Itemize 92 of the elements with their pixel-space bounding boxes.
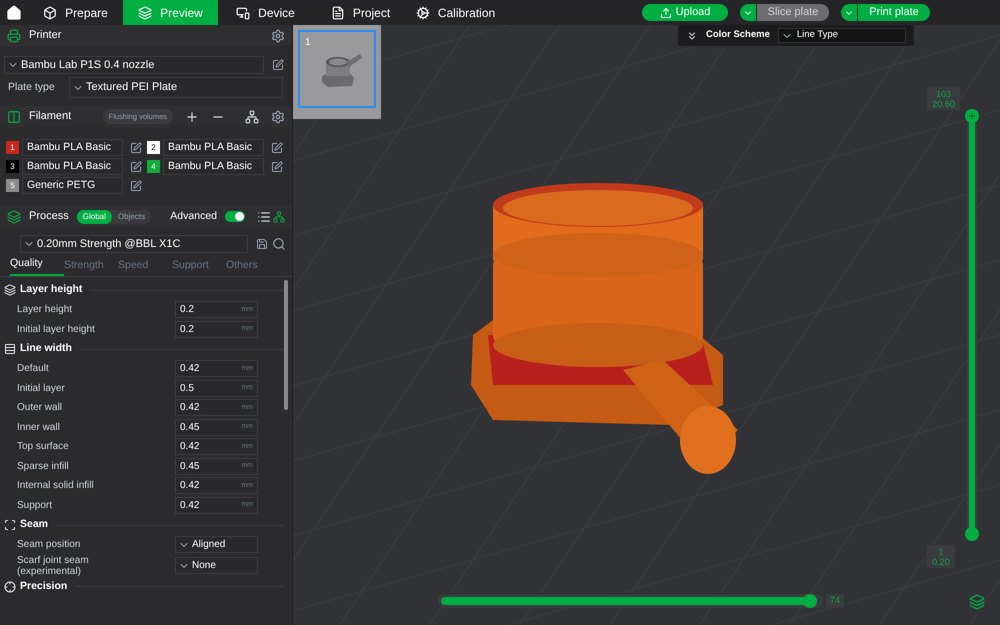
setting-label: Seam position (17, 539, 82, 550)
printer-select[interactable]: Bambu Lab P1S 0.4 nozzle (4, 56, 264, 74)
setting-label: Sparse infill (17, 460, 70, 472)
edit-icon[interactable] (271, 142, 283, 154)
setting-label: Inner wall (17, 422, 61, 433)
section-icon (7, 28, 21, 42)
field-value: 0.45 (180, 420, 200, 435)
setting-label: Internal solid infill (17, 480, 95, 492)
tab-icon (236, 6, 250, 20)
nav-tab[interactable]: Project (313, 0, 408, 25)
field-value: None (192, 559, 216, 573)
edit-icon[interactable] (130, 180, 142, 192)
edit-icon[interactable] (271, 160, 283, 172)
filament-select[interactable]: Generic PETG (22, 177, 123, 194)
filament-select[interactable]: Bambu PLA Basic (163, 139, 264, 156)
dropdown-toggle[interactable] (841, 4, 857, 21)
section-icon (4, 343, 16, 355)
save-icon[interactable] (256, 238, 268, 250)
section-icon (4, 519, 16, 531)
filament-name: Bambu PLA Basic (27, 140, 112, 155)
process-icon (7, 210, 21, 224)
setting-label: Support (17, 500, 54, 511)
settings-icon[interactable] (271, 110, 285, 124)
section-icon (7, 110, 21, 124)
settings-tab[interactable]: Quality (10, 256, 64, 276)
tab-icon (43, 6, 58, 20)
add-icon[interactable] (185, 110, 199, 124)
upload-icon (660, 6, 672, 18)
tab-icon (330, 6, 345, 20)
field-value: 0.42 (180, 401, 200, 416)
filament-select[interactable]: Bambu PLA Basic (163, 158, 264, 175)
setting-label: Top surface (17, 441, 70, 452)
filament-name: Bambu PLA Basic (168, 140, 252, 155)
section-title: Process (29, 209, 69, 224)
edit-icon[interactable] (130, 142, 142, 154)
process-preset-select[interactable]: 0.20mm Strength @BBL X1C (20, 235, 248, 253)
section-icon (4, 580, 16, 592)
scrollbar[interactable] (284, 280, 288, 410)
tab-icon (416, 6, 430, 20)
filament-number: 1 (6, 141, 19, 154)
filament-number: 2 (147, 141, 160, 154)
setting-label: Default (17, 363, 50, 374)
field-value: 0.2 (180, 322, 194, 337)
section-title: Filament (29, 109, 72, 124)
setting-label: Layer height (17, 304, 74, 316)
setting-label: Scarf joint seam (experimental) (17, 554, 90, 576)
filament-name: Bambu PLA Basic (27, 158, 112, 174)
setting-label: Outer wall (17, 402, 64, 414)
field-label: Plate type (7, 80, 56, 95)
dropdown-field[interactable]: None (175, 557, 258, 574)
plate-type: Textured PEI Plate (86, 80, 178, 96)
section-title: Printer (29, 28, 62, 44)
filament-select[interactable]: Bambu PLA Basic (22, 158, 123, 175)
filament-name: Bambu PLA Basic (168, 158, 252, 174)
field-value: 0.42 (180, 362, 200, 376)
edit-icon[interactable] (130, 160, 142, 172)
dropdown-field[interactable]: Aligned (175, 536, 258, 554)
advanced-label: Advanced (170, 208, 217, 224)
plate-type-select[interactable]: Textured PEI Plate (69, 77, 283, 98)
field-value: 0.5 (180, 382, 194, 396)
printer-name: Bambu Lab P1S 0.4 nozzle (21, 58, 154, 73)
process-preset: 0.20mm Strength @BBL X1C (37, 236, 180, 252)
group-title: Seam (20, 517, 48, 532)
nav-tab[interactable]: Calibration (408, 0, 503, 25)
field-value: 0.45 (180, 460, 200, 474)
section-icon (4, 284, 16, 296)
setting-label: Initial layer (17, 382, 66, 394)
filament-number: 3 (6, 160, 19, 173)
filament-name: Generic PETG (27, 178, 96, 193)
settings-icon[interactable] (271, 28, 285, 42)
field-value: 0.2 (180, 303, 194, 318)
field-value: 0.42 (180, 498, 200, 513)
list-icon[interactable] (257, 210, 271, 224)
dropdown-toggle[interactable] (740, 4, 756, 21)
filament-select[interactable]: Bambu PLA Basic (22, 139, 123, 156)
filament-number: 4 (147, 160, 160, 173)
group-title: Layer height (20, 282, 82, 298)
scope-tab[interactable]: Objects (112, 210, 151, 224)
home-icon (6, 4, 22, 20)
field-value: 0.42 (180, 479, 200, 494)
search-icon[interactable] (272, 237, 286, 251)
group-title: Line width (20, 341, 72, 356)
setting-label: Initial layer height (17, 324, 96, 335)
nav-tab[interactable]: Device (218, 0, 313, 25)
tab-icon (138, 6, 152, 20)
advanced-toggle[interactable] (225, 211, 245, 222)
group-title: Precision (20, 578, 68, 594)
edit-icon[interactable] (272, 59, 284, 71)
filament-number: 5 (6, 179, 19, 192)
nav-tab[interactable]: Prepare (28, 0, 123, 25)
field-value: 0.42 (180, 440, 200, 454)
field-value: Aligned (192, 538, 226, 552)
